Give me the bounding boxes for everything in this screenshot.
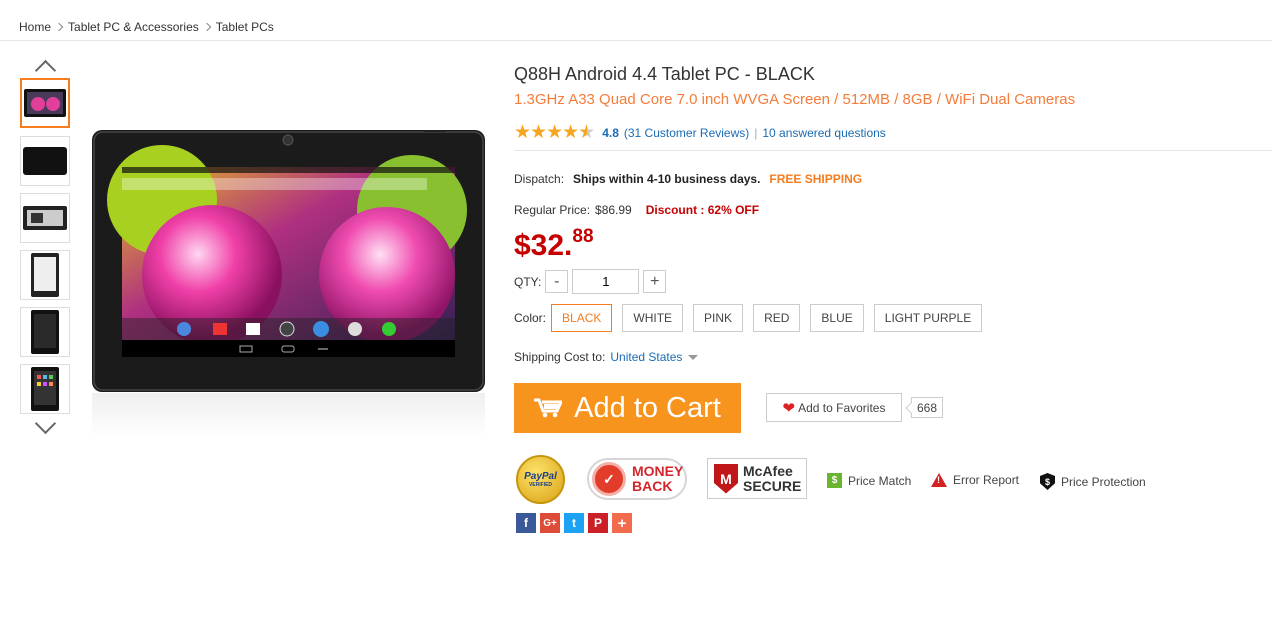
color-option-red[interactable]: RED xyxy=(753,304,801,332)
shipping-country-select[interactable]: United States xyxy=(610,350,682,364)
product-main-image xyxy=(92,130,485,392)
price-match-label: Price Match xyxy=(848,473,912,488)
rating-score: 4.8 xyxy=(602,125,619,140)
tablet-portrait-thumbnail-icon xyxy=(31,253,59,297)
add-to-cart-button[interactable]: Add to Cart xyxy=(514,383,741,433)
google-plus-icon[interactable]: G+ xyxy=(540,513,560,533)
thumbnail-scroll-down-icon[interactable] xyxy=(34,422,56,436)
chevron-right-icon xyxy=(54,22,64,32)
thumbnail-1[interactable] xyxy=(20,78,70,128)
warning-icon xyxy=(931,473,947,487)
tablet-apps-thumbnail-icon xyxy=(31,367,59,411)
price-match-link[interactable]: $ Price Match xyxy=(827,473,911,488)
money-back-label: MONEY BACK xyxy=(632,463,684,494)
dispatch-label: Dispatch: xyxy=(514,172,565,186)
color-option-white[interactable]: WHITE xyxy=(622,304,684,332)
twitter-icon[interactable]: t xyxy=(564,513,584,533)
shield-dollar-icon: $ xyxy=(1040,473,1055,490)
mcafee-secure-badge: M McAfee SECURE xyxy=(707,458,807,499)
social-share: f G+ t P + xyxy=(516,513,636,533)
answered-questions-link[interactable]: 10 answered questions xyxy=(762,126,885,140)
color-row: Color: BLACK WHITE PINK RED BLUE LIGHT P… xyxy=(514,304,992,332)
error-report-link[interactable]: Error Report xyxy=(931,473,1019,487)
product-subtitle: 1.3GHz A33 Quad Core 7.0 inch WVGA Scree… xyxy=(514,91,1076,108)
dispatch-value: Ships within 4-10 business days. xyxy=(573,172,761,186)
shipping-row: Shipping Cost to: United States xyxy=(514,350,699,364)
sale-price-main: $32. xyxy=(514,229,573,262)
thumbnail-6[interactable] xyxy=(20,364,70,414)
color-option-blue[interactable]: BLUE xyxy=(810,304,864,332)
breadcrumb-home[interactable]: Home xyxy=(19,20,51,34)
dispatch-row: Dispatch: Ships within 4-10 business day… xyxy=(514,172,862,186)
share-more-icon[interactable]: + xyxy=(612,513,632,533)
price-match-icon: $ xyxy=(827,473,842,488)
thumbnail-5[interactable] xyxy=(20,307,70,357)
paypal-verified-badge: PayPal VERIFIED xyxy=(516,455,565,504)
quantity-input[interactable] xyxy=(572,269,640,294)
money-back-seal-icon: ✓ xyxy=(592,462,626,496)
paypal-verified-label: VERIFIED xyxy=(528,482,553,488)
paypal-label: PayPal xyxy=(524,471,557,482)
thumbnail-4[interactable] xyxy=(20,250,70,300)
price-protection-link[interactable]: $ Price Protection xyxy=(1040,473,1146,490)
customer-reviews-link[interactable]: (31 Customer Reviews) xyxy=(624,126,749,140)
quantity-increase-button[interactable]: + xyxy=(643,270,667,293)
money-back-badge: ✓ MONEY BACK xyxy=(587,458,687,500)
tablet-back-thumbnail-icon xyxy=(23,147,67,175)
add-to-favorites-label: Add to Favorites xyxy=(798,400,886,415)
pinterest-icon[interactable]: P xyxy=(588,513,608,533)
caret-down-icon[interactable] xyxy=(688,354,699,360)
color-option-light-purple[interactable]: LIGHT PURPLE xyxy=(873,304,983,332)
error-report-label: Error Report xyxy=(953,473,1020,487)
facebook-icon[interactable]: f xyxy=(516,513,536,533)
breadcrumb-tablet-accessories[interactable]: Tablet PC & Accessories xyxy=(68,20,199,34)
quantity-decrease-button[interactable]: - xyxy=(545,270,569,293)
chevron-right-icon xyxy=(202,22,211,32)
price-protection-label: Price Protection xyxy=(1061,474,1146,489)
rating-row: ★★★★★ 4.8 (31 Customer Reviews) | 10 ans… xyxy=(514,121,886,144)
color-label: Color: xyxy=(514,311,547,325)
favorites-count: 668 xyxy=(911,397,944,418)
tablet-portrait-dark-thumbnail-icon xyxy=(31,310,59,354)
regular-price-row: Regular Price: $86.99 Discount : 62% OFF xyxy=(514,203,759,217)
regular-price-value: $86.99 xyxy=(595,203,632,217)
header-divider xyxy=(0,40,1272,41)
sale-price-cents: 88 xyxy=(572,226,594,247)
mcafee-label: McAfee SECURE xyxy=(743,462,802,494)
sale-price: $32.88 xyxy=(514,226,594,263)
shopping-cart-icon xyxy=(534,398,563,418)
thumbnail-2[interactable] xyxy=(20,136,70,186)
product-image-reflection xyxy=(92,393,485,438)
shipping-label: Shipping Cost to: xyxy=(514,350,606,364)
quantity-row: QTY: - + xyxy=(514,269,667,294)
breadcrumb: Home Tablet PC & Accessories Tablet PCs xyxy=(19,20,274,34)
tablet-thumbnail-icon xyxy=(24,89,66,117)
thumbnail-scroll-up-icon[interactable] xyxy=(34,58,56,72)
color-option-pink[interactable]: PINK xyxy=(693,304,744,332)
mcafee-shield-icon: M xyxy=(714,463,738,494)
rating-stars-icon: ★★★★★ xyxy=(514,122,595,143)
tablet-side-thumbnail-icon xyxy=(23,206,67,230)
rating-separator: | xyxy=(754,125,758,140)
color-option-black[interactable]: BLACK xyxy=(551,304,613,332)
rating-divider xyxy=(514,150,1272,151)
discount-badge: Discount : 62% OFF xyxy=(645,203,760,217)
free-shipping-badge: FREE SHIPPING xyxy=(769,172,863,186)
quantity-label: QTY: xyxy=(514,274,542,289)
product-title: Q88H Android 4.4 Tablet PC - BLACK xyxy=(514,64,815,84)
regular-price-label: Regular Price: xyxy=(514,203,591,217)
add-to-favorites-button[interactable]: ❤ Add to Favorites xyxy=(766,393,902,422)
thumbnail-3[interactable] xyxy=(20,193,70,243)
breadcrumb-tablet-pcs[interactable]: Tablet PCs xyxy=(216,20,274,34)
add-to-cart-label: Add to Cart xyxy=(574,391,721,424)
heart-icon: ❤ xyxy=(782,399,796,417)
